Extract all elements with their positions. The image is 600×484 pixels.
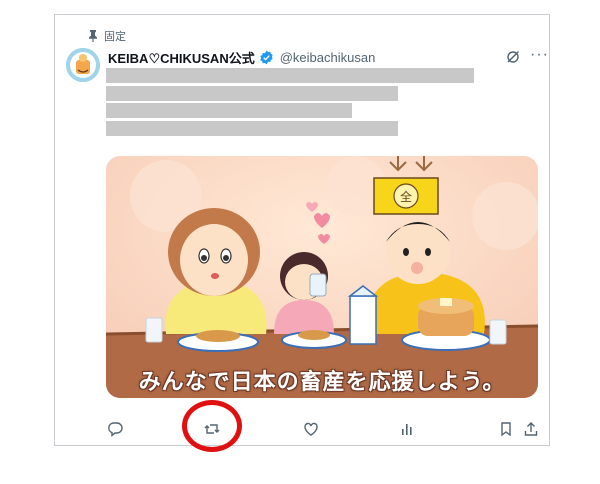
- pin-icon: [89, 30, 97, 42]
- avatar-image: [66, 48, 100, 82]
- redacted-text-line: [106, 103, 352, 118]
- redacted-text-line: [106, 86, 398, 101]
- author-row: KEIBA♡CHIKUSAN公式 @keibachikusan: [108, 48, 375, 67]
- repost-highlight-circle: [182, 400, 242, 452]
- views-icon: [402, 424, 412, 435]
- verified-badge-icon: [260, 50, 273, 65]
- reply-icon: [108, 422, 123, 437]
- bookmark-button[interactable]: [497, 420, 515, 438]
- illustration: 全: [106, 156, 538, 398]
- share-button[interactable]: [522, 420, 540, 438]
- pinned-indicator: 固定: [88, 28, 126, 44]
- display-name[interactable]: KEIBA♡CHIKUSAN公式: [108, 48, 255, 67]
- reply-button[interactable]: [106, 420, 124, 438]
- views-button[interactable]: [399, 420, 417, 438]
- post-image[interactable]: 全 みんなで日本の畜産を応援しよう。: [106, 156, 538, 398]
- avatar[interactable]: [66, 48, 100, 82]
- redacted-text-line: [106, 68, 474, 83]
- sign-symbol: 全: [400, 189, 412, 204]
- more-icon[interactable]: ···: [530, 46, 549, 64]
- image-caption: みんなで日本の畜産を応援しよう。: [138, 370, 506, 395]
- redacted-text-line: [106, 121, 398, 136]
- bookmark-icon: [501, 422, 511, 437]
- share-icon: [524, 422, 538, 436]
- heart-icon: [304, 422, 318, 436]
- handle[interactable]: @keibachikusan: [280, 50, 376, 65]
- like-button[interactable]: [302, 420, 320, 438]
- pinned-label: 固定: [104, 31, 126, 43]
- grok-icon[interactable]: [506, 50, 520, 64]
